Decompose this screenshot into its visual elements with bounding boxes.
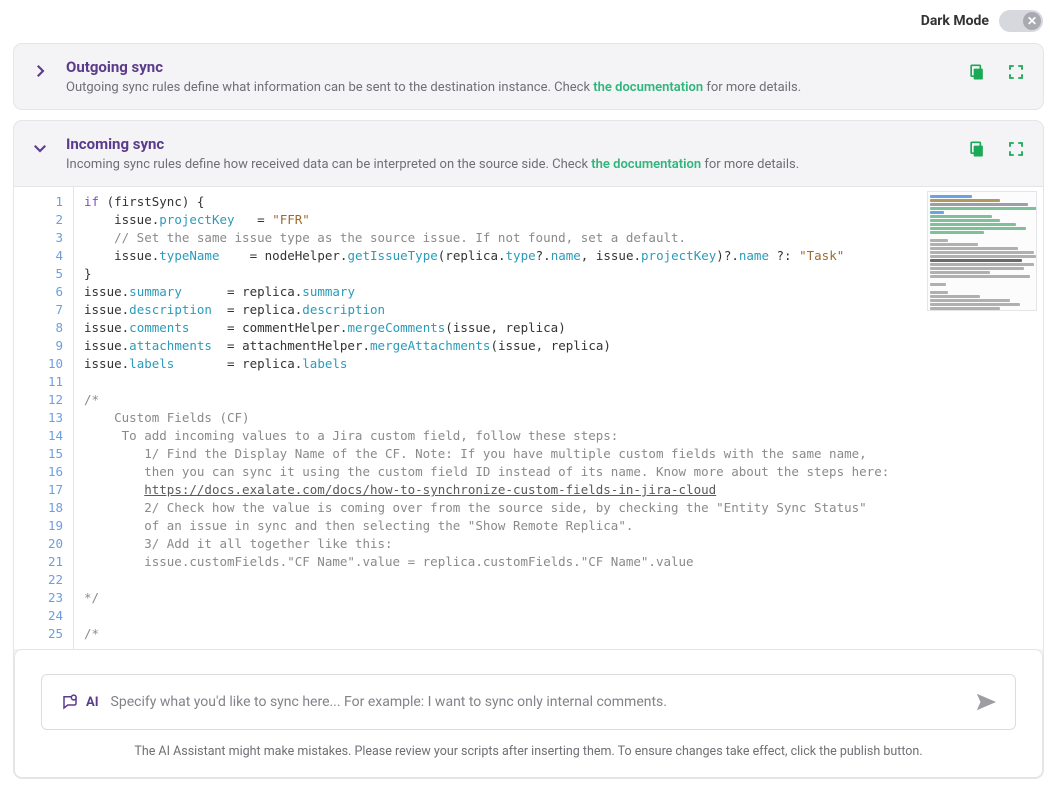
incoming-doc-link[interactable]: the documentation <box>591 157 701 172</box>
ai-badge: AI <box>60 693 99 711</box>
outgoing-actions <box>967 58 1025 82</box>
incoming-sync-panel: Incoming sync Incoming sync rules define… <box>14 121 1043 778</box>
incoming-actions <box>967 135 1025 159</box>
ai-badge-text: AI <box>86 695 99 710</box>
toggle-knob-x: ✕ <box>1023 12 1041 30</box>
outgoing-sync-header[interactable]: Outgoing sync Outgoing sync rules define… <box>14 44 1043 109</box>
copy-icon[interactable] <box>967 139 987 159</box>
outgoing-title: Outgoing sync <box>66 58 801 76</box>
outgoing-sync-panel: Outgoing sync Outgoing sync rules define… <box>14 44 1043 109</box>
outgoing-desc: Outgoing sync rules define what informat… <box>66 80 801 95</box>
code-editor[interactable]: 1234567891011121314151617181920212223242… <box>14 186 1043 649</box>
incoming-header-body: Incoming sync Incoming sync rules define… <box>66 135 799 172</box>
expand-icon[interactable] <box>1007 140 1025 158</box>
chevron-down-icon <box>28 135 52 157</box>
code-content[interactable]: if (firstSync) { issue.projectKey = "FFR… <box>74 187 1043 649</box>
expand-icon[interactable] <box>1007 63 1025 81</box>
incoming-title: Incoming sync <box>66 135 799 153</box>
incoming-sync-header[interactable]: Incoming sync Incoming sync rules define… <box>14 121 1043 186</box>
dark-mode-label: Dark Mode <box>921 13 989 29</box>
code-minimap[interactable] <box>927 191 1037 311</box>
send-icon[interactable] <box>975 691 997 713</box>
chevron-right-icon <box>28 58 52 80</box>
copy-icon[interactable] <box>967 62 987 82</box>
top-bar: Dark Mode ✕ <box>14 10 1043 32</box>
ai-disclaimer: The AI Assistant might make mistakes. Pl… <box>41 744 1016 759</box>
ai-assistant-panel: AI Specify what you'd like to sync here.… <box>14 649 1043 778</box>
ai-input-box[interactable]: AI Specify what you'd like to sync here.… <box>41 674 1016 730</box>
ai-placeholder: Specify what you'd like to sync here... … <box>111 694 963 710</box>
incoming-desc: Incoming sync rules define how received … <box>66 157 799 172</box>
dark-mode-toggle[interactable]: ✕ <box>999 10 1043 32</box>
line-gutter: 1234567891011121314151617181920212223242… <box>14 187 74 649</box>
outgoing-header-body: Outgoing sync Outgoing sync rules define… <box>66 58 801 95</box>
outgoing-doc-link[interactable]: the documentation <box>593 80 703 95</box>
